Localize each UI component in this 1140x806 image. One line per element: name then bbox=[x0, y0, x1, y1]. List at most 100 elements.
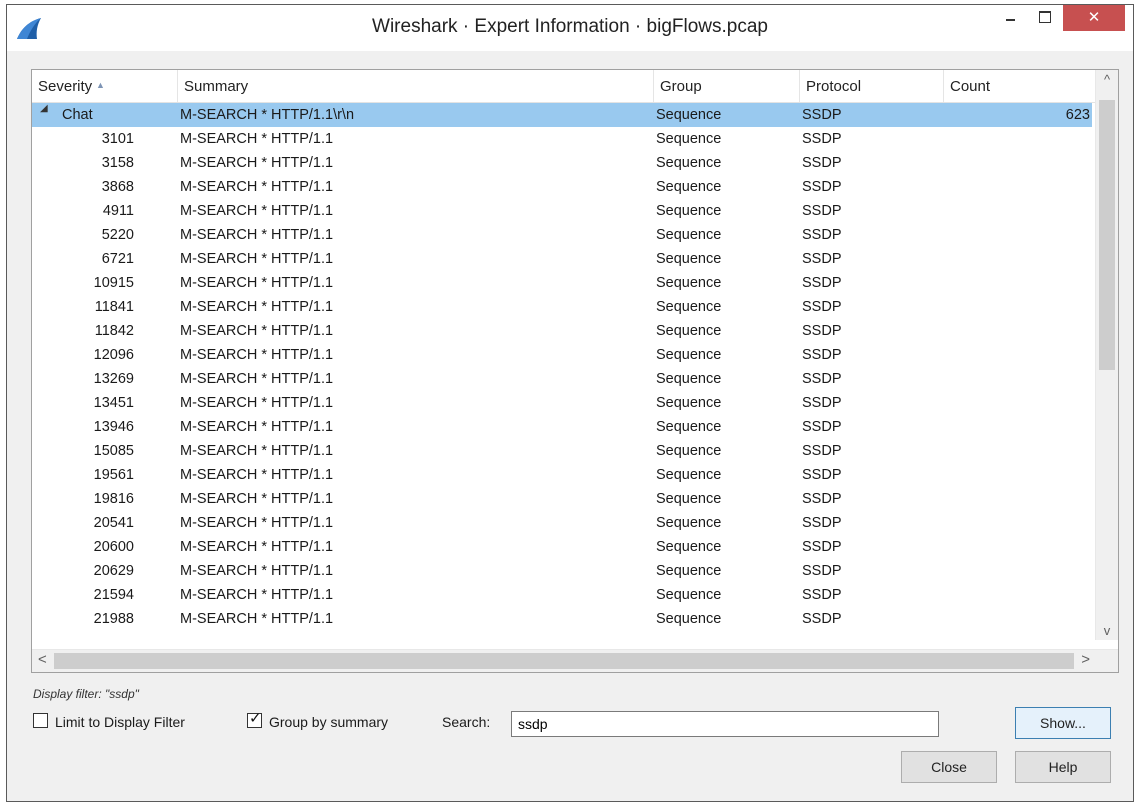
row-summary-cell: M-SEARCH * HTTP/1.1 bbox=[180, 155, 334, 171]
scroll-up-icon[interactable]: ^ bbox=[1096, 72, 1118, 87]
packet-number: 13946 bbox=[93, 419, 134, 435]
packet-number: 4911 bbox=[102, 203, 134, 219]
vertical-scrollbar[interactable]: ^ v bbox=[1095, 70, 1118, 640]
row-summary-cell: M-SEARCH * HTTP/1.1 bbox=[180, 395, 334, 411]
table-row[interactable]: 13946 M-SEARCH * HTTP/1.1 Sequence SSDP bbox=[32, 415, 1092, 439]
scroll-down-icon[interactable]: v bbox=[1096, 623, 1118, 638]
help-button[interactable]: Help bbox=[1015, 751, 1111, 783]
checkbox-checked-icon[interactable]: ✓ bbox=[247, 710, 262, 728]
row-severity-cell: 12096 bbox=[32, 343, 172, 367]
row-severity-cell: 13269 bbox=[32, 367, 172, 391]
vertical-scroll-thumb[interactable] bbox=[1099, 100, 1115, 370]
row-summary-cell: M-SEARCH * HTTP/1.1\r\n bbox=[180, 107, 355, 123]
horizontal-scrollbar[interactable]: < > bbox=[32, 649, 1118, 672]
table-row[interactable]: 20629 M-SEARCH * HTTP/1.1 Sequence SSDP bbox=[32, 559, 1092, 583]
table-row[interactable]: 3158 M-SEARCH * HTTP/1.1 Sequence SSDP bbox=[32, 151, 1092, 175]
row-protocol-cell: SSDP bbox=[802, 491, 842, 507]
row-summary-cell: M-SEARCH * HTTP/1.1 bbox=[180, 419, 334, 435]
row-severity-cell: 13946 bbox=[32, 415, 172, 439]
checkbox-unchecked-icon[interactable] bbox=[33, 713, 48, 728]
packet-number: 11842 bbox=[94, 323, 134, 339]
table-row[interactable]: 11842 M-SEARCH * HTTP/1.1 Sequence SSDP bbox=[32, 319, 1092, 343]
table-row[interactable]: 21988 M-SEARCH * HTTP/1.1 Sequence SSDP bbox=[32, 607, 1092, 631]
table-row[interactable]: 20600 M-SEARCH * HTTP/1.1 Sequence SSDP bbox=[32, 535, 1092, 559]
packet-number: 10915 bbox=[93, 275, 134, 291]
table-row[interactable]: 19561 M-SEARCH * HTTP/1.1 Sequence SSDP bbox=[32, 463, 1092, 487]
sort-ascending-icon: ▲ bbox=[96, 80, 105, 90]
table-row[interactable]: 20541 M-SEARCH * HTTP/1.1 Sequence SSDP bbox=[32, 511, 1092, 535]
row-group-cell: Sequence bbox=[656, 587, 722, 603]
row-severity-cell: 3101 bbox=[32, 127, 172, 151]
column-count[interactable]: Count bbox=[944, 70, 1096, 102]
search-input[interactable] bbox=[511, 711, 939, 737]
row-protocol-cell: SSDP bbox=[802, 251, 842, 267]
row-count-cell: 623 bbox=[1065, 107, 1090, 123]
show-button[interactable]: Show... bbox=[1015, 707, 1111, 739]
table-row[interactable]: 12096 M-SEARCH * HTTP/1.1 Sequence SSDP bbox=[32, 343, 1092, 367]
close-button[interactable]: Close bbox=[901, 751, 997, 783]
title-bar[interactable]: Wireshark · Expert Information · bigFlow… bbox=[7, 5, 1133, 51]
table-row[interactable]: 19816 M-SEARCH * HTTP/1.1 Sequence SSDP bbox=[32, 487, 1092, 511]
minimize-button[interactable] bbox=[993, 5, 1027, 31]
scroll-right-icon[interactable]: > bbox=[1081, 651, 1090, 668]
packet-number: 21594 bbox=[93, 587, 134, 603]
packet-number: 13451 bbox=[93, 395, 134, 411]
column-severity[interactable]: Severity ▲ bbox=[32, 70, 178, 102]
table-row[interactable]: 3868 M-SEARCH * HTTP/1.1 Sequence SSDP bbox=[32, 175, 1092, 199]
row-group-cell: Sequence bbox=[656, 323, 722, 339]
scroll-left-icon[interactable]: < bbox=[38, 651, 47, 668]
row-protocol-cell: SSDP bbox=[802, 563, 842, 579]
row-group-cell: Sequence bbox=[656, 107, 722, 123]
table-row-group-chat[interactable]: ◢ Chat M-SEARCH * HTTP/1.1\r\n Sequence … bbox=[32, 103, 1092, 127]
row-group-cell: Sequence bbox=[656, 251, 722, 267]
table-row[interactable]: 5220 M-SEARCH * HTTP/1.1 Sequence SSDP bbox=[32, 223, 1092, 247]
table-row[interactable]: 13451 M-SEARCH * HTTP/1.1 Sequence SSDP bbox=[32, 391, 1092, 415]
row-protocol-cell: SSDP bbox=[802, 587, 842, 603]
row-summary-cell: M-SEARCH * HTTP/1.1 bbox=[180, 347, 334, 363]
packet-number: 5220 bbox=[101, 227, 134, 243]
table-row[interactable]: 15085 M-SEARCH * HTTP/1.1 Sequence SSDP bbox=[32, 439, 1092, 463]
packet-number: 6721 bbox=[101, 251, 134, 267]
table-row[interactable]: 10915 M-SEARCH * HTTP/1.1 Sequence SSDP bbox=[32, 271, 1092, 295]
search-label: Search: bbox=[442, 714, 491, 730]
column-protocol[interactable]: Protocol bbox=[800, 70, 944, 102]
packet-number: 12096 bbox=[93, 347, 134, 363]
row-protocol-cell: SSDP bbox=[802, 155, 842, 171]
row-severity-cell: 6721 bbox=[32, 247, 172, 271]
row-protocol-cell: SSDP bbox=[802, 299, 842, 315]
row-protocol-cell: SSDP bbox=[802, 611, 842, 627]
column-summary[interactable]: Summary bbox=[178, 70, 654, 102]
row-severity-cell: 10915 bbox=[32, 271, 172, 295]
row-severity-cell: 20600 bbox=[32, 535, 172, 559]
table-row[interactable]: 3101 M-SEARCH * HTTP/1.1 Sequence SSDP bbox=[32, 127, 1092, 151]
row-summary-cell: M-SEARCH * HTTP/1.1 bbox=[180, 371, 334, 387]
row-group-cell: Sequence bbox=[656, 371, 722, 387]
horizontal-scroll-thumb[interactable] bbox=[54, 653, 1074, 669]
row-group-cell: Sequence bbox=[656, 515, 722, 531]
table-row[interactable]: 6721 M-SEARCH * HTTP/1.1 Sequence SSDP bbox=[32, 247, 1092, 271]
row-group-cell: Sequence bbox=[656, 131, 722, 147]
packet-number: 19816 bbox=[93, 491, 134, 507]
row-summary-cell: M-SEARCH * HTTP/1.1 bbox=[180, 227, 334, 243]
packet-number: 21988 bbox=[93, 611, 134, 627]
expert-info-tree[interactable]: Severity ▲ Summary Group Protocol Count … bbox=[31, 69, 1119, 673]
row-summary-cell: M-SEARCH * HTTP/1.1 bbox=[180, 467, 334, 483]
row-group-cell: Sequence bbox=[656, 563, 722, 579]
row-summary-cell: M-SEARCH * HTTP/1.1 bbox=[180, 323, 334, 339]
row-summary-cell: M-SEARCH * HTTP/1.1 bbox=[180, 563, 334, 579]
table-row[interactable]: 11841 M-SEARCH * HTTP/1.1 Sequence SSDP bbox=[32, 295, 1092, 319]
row-protocol-cell: SSDP bbox=[802, 539, 842, 555]
row-protocol-cell: SSDP bbox=[802, 203, 842, 219]
check-mark-icon: ✓ bbox=[249, 710, 262, 727]
close-window-button[interactable]: ✕ bbox=[1063, 5, 1125, 31]
packet-number: 3101 bbox=[101, 131, 134, 147]
table-row[interactable]: 4911 M-SEARCH * HTTP/1.1 Sequence SSDP bbox=[32, 199, 1092, 223]
row-severity-cell: Chat bbox=[32, 103, 172, 127]
table-row[interactable]: 21594 M-SEARCH * HTTP/1.1 Sequence SSDP bbox=[32, 583, 1092, 607]
close-icon: ✕ bbox=[1087, 9, 1101, 26]
column-group[interactable]: Group bbox=[654, 70, 800, 102]
table-row[interactable]: 13269 M-SEARCH * HTTP/1.1 Sequence SSDP bbox=[32, 367, 1092, 391]
row-group-cell: Sequence bbox=[656, 611, 722, 627]
maximize-button[interactable] bbox=[1027, 5, 1061, 31]
row-summary-cell: M-SEARCH * HTTP/1.1 bbox=[180, 491, 334, 507]
